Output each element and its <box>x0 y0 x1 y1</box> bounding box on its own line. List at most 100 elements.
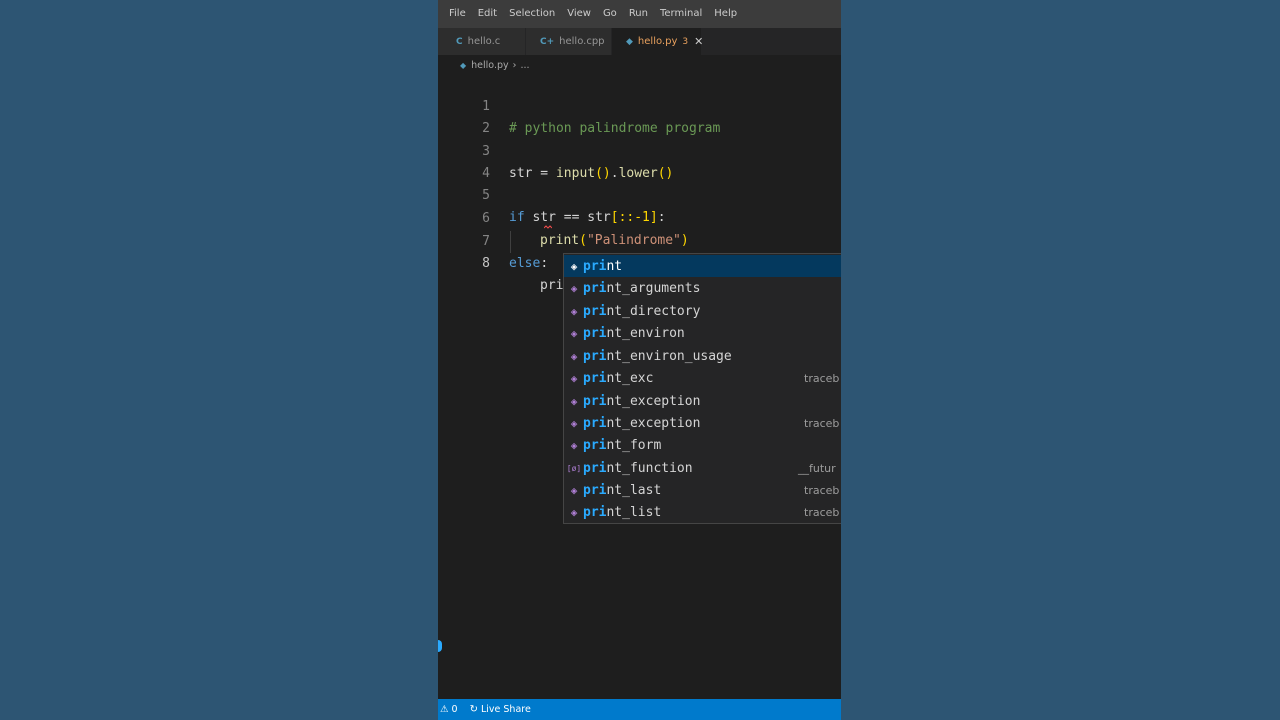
code-line-current: 8 pri <box>438 231 841 295</box>
suggest-match: pri <box>583 370 607 386</box>
suggest-match: pri <box>583 258 607 274</box>
suggest-match: pri <box>583 325 607 341</box>
suggest-rest: nt_function <box>606 460 693 476</box>
breadcrumb: ◆ hello.py › ... <box>460 57 530 73</box>
suggest-rest: nt_exception <box>606 393 701 409</box>
menu-help[interactable]: Help <box>708 0 743 28</box>
suggest-match: pri <box>583 460 607 476</box>
tab-label: hello.c <box>467 36 501 47</box>
breadcrumb-symbol[interactable]: ... <box>520 60 529 71</box>
suggest-rest: nt_form <box>606 437 662 453</box>
error-squiggle <box>544 225 552 229</box>
tab-label: hello.cpp <box>559 36 605 47</box>
suggest-match: pri <box>583 504 607 520</box>
method-icon: ◈ <box>570 438 578 452</box>
tab-bar: C hello.c C+ hello.cpp ◆ hello.py 3 ✕ <box>438 28 841 55</box>
menu-edit[interactable]: Edit <box>472 0 503 28</box>
method-icon: ◈ <box>570 394 578 408</box>
suggest-rest: nt_list <box>606 504 662 520</box>
suggest-match: pri <box>583 393 607 409</box>
method-icon: ◈ <box>570 416 578 430</box>
code-token: : <box>540 256 549 271</box>
suggest-item[interactable]: ◈ print <box>564 255 841 277</box>
code-line: 7 else: <box>438 209 841 271</box>
code-line: 3 str = input().lower() <box>438 119 841 181</box>
tab-label: hello.py <box>637 36 678 47</box>
live-share-label: Live Share <box>480 704 531 715</box>
suggest-rest: nt_directory <box>606 303 701 319</box>
suggest-rest: nt_arguments <box>606 280 701 296</box>
suggest-rest: nt_environ_usage <box>606 348 732 364</box>
suggest-match: pri <box>583 348 607 364</box>
live-share-button[interactable]: ↻ Live Share <box>470 704 531 715</box>
status-bar: ⚠ 0 ↻ Live Share <box>438 699 841 720</box>
suggest-item[interactable]: ◈ print_form <box>564 434 841 456</box>
line-number: 8 <box>482 256 490 271</box>
cpp-file-icon: C+ <box>540 36 555 47</box>
code-line: 6 print("Palindrome") <box>438 186 841 248</box>
code-line: 4 <box>438 141 841 181</box>
python-file-icon: ◆ <box>626 36 633 47</box>
code-token: else <box>509 256 541 271</box>
suggest-item[interactable]: ◈ print_last traceb <box>564 479 841 501</box>
chevron-right-icon: › <box>512 59 517 71</box>
menu-view[interactable]: View <box>561 0 597 28</box>
suggest-rest: nt <box>606 258 623 274</box>
problem-count-badge: 3 <box>682 36 689 47</box>
suggest-detail: __futur <box>798 461 836 475</box>
menu-go[interactable]: Go <box>597 0 623 28</box>
suggest-widget: ◈ print ◈ print_arguments ◈ print_direct… <box>563 253 841 524</box>
menu-file[interactable]: File <box>443 0 472 28</box>
suggest-rest: nt_environ <box>606 325 685 341</box>
suggest-match: pri <box>583 437 607 453</box>
suggest-item[interactable]: ◈ print_directory <box>564 300 841 322</box>
suggest-item[interactable]: ◈ print_exception traceb <box>564 412 841 434</box>
menu-selection[interactable]: Selection <box>503 0 561 28</box>
tab-hello-cpp[interactable]: C+ hello.cpp <box>526 28 612 55</box>
suggest-rest: nt_exception <box>606 415 701 431</box>
suggest-item[interactable]: ◈ print_list traceb <box>564 501 841 523</box>
variable-icon: [ø] <box>566 463 582 473</box>
suggest-rest: nt_exc <box>606 370 654 386</box>
suggest-detail: traceb <box>804 371 840 385</box>
method-icon: ◈ <box>570 371 578 385</box>
breadcrumb-file[interactable]: hello.py <box>471 60 508 71</box>
method-icon: ◈ <box>570 304 578 318</box>
suggest-item[interactable]: ◈ print_exception <box>564 390 841 412</box>
suggest-match: pri <box>583 482 607 498</box>
menu-terminal[interactable]: Terminal <box>654 0 708 28</box>
suggest-item[interactable]: ◈ print_environ <box>564 322 841 344</box>
code-line: 2 <box>438 96 841 136</box>
suggest-item[interactable]: ◈ print_exc traceb <box>564 367 841 389</box>
menu-run[interactable]: Run <box>623 0 654 28</box>
suggest-match: pri <box>583 280 607 296</box>
method-icon: ◈ <box>570 281 578 295</box>
warning-count: ⚠ 0 <box>440 704 458 715</box>
method-icon: ◈ <box>570 483 578 497</box>
menu-bar: File Edit Selection View Go Run Terminal… <box>438 0 841 28</box>
code-line: 1 # python palindrome program <box>438 74 841 136</box>
suggest-match: pri <box>583 415 607 431</box>
tab-hello-py[interactable]: ◆ hello.py 3 ✕ <box>612 28 703 55</box>
suggest-detail: traceb <box>804 505 840 519</box>
problems-status[interactable]: ⚠ 0 <box>440 704 458 715</box>
suggest-item[interactable]: [ø] print_function __futur <box>564 457 841 479</box>
python-file-icon: ◆ <box>460 60 467 70</box>
method-icon: ◈ <box>570 349 578 363</box>
suggest-rest: nt_last <box>606 482 662 498</box>
code-line: 5 if str == str[::-1]: <box>438 163 841 225</box>
indent-guide <box>510 231 511 253</box>
tab-hello-c[interactable]: C hello.c <box>438 28 526 55</box>
suggest-detail: traceb <box>804 416 840 430</box>
code-token: pri <box>540 278 564 293</box>
suggest-item[interactable]: ◈ print_arguments <box>564 277 841 299</box>
vscode-window: File Edit Selection View Go Run Terminal… <box>438 0 841 720</box>
live-share-icon: ↻ <box>469 704 478 715</box>
close-icon[interactable]: ✕ <box>694 35 703 48</box>
suggest-item[interactable]: ◈ print_environ_usage <box>564 345 841 367</box>
method-icon: ◈ <box>570 259 578 273</box>
method-icon: ◈ <box>570 326 578 340</box>
suggest-match: pri <box>583 303 607 319</box>
method-icon: ◈ <box>570 505 578 519</box>
c-file-icon: C <box>456 36 463 47</box>
